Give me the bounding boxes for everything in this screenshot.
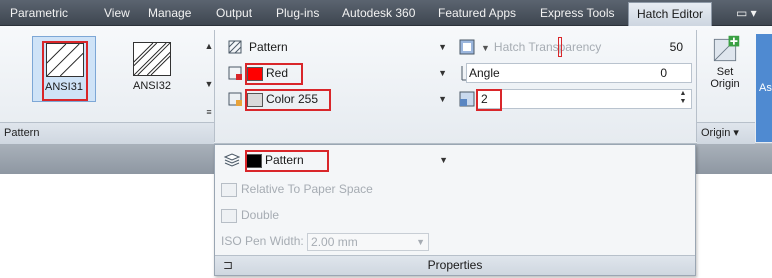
properties-panel-footer: ⊐ Properties xyxy=(215,255,695,275)
double-label: Double xyxy=(241,208,280,222)
background-color-dropdown[interactable]: Color 255 ▼ xyxy=(244,89,452,109)
properties-panel-title: Properties xyxy=(427,258,483,272)
associative-button-partial[interactable]: As xyxy=(756,34,772,142)
hatch-color-dropdown[interactable]: Red ▼ xyxy=(244,63,452,83)
iso-pen-width-label: ISO Pen Width: xyxy=(221,234,304,248)
transparency-icon xyxy=(458,38,476,56)
relative-to-paper-space-button[interactable]: Relative To Paper Space xyxy=(221,179,373,199)
transparency-field[interactable]: ▼ Hatch Transparency xyxy=(476,37,612,57)
color-swatch xyxy=(246,153,262,168)
set-origin-icon xyxy=(713,35,740,62)
pattern-tile-ansi31[interactable]: ANSI31 xyxy=(32,36,96,102)
transparency-value[interactable]: 50 xyxy=(612,37,692,57)
set-origin-button[interactable]: Set Origin xyxy=(700,34,750,104)
layer-dropdown[interactable]: Pattern ▼ xyxy=(243,150,453,170)
background-color-icon xyxy=(226,90,244,108)
hatch-color-value: Red xyxy=(266,66,289,80)
pattern-panel-title: Pattern xyxy=(0,122,214,144)
tab-featured-apps[interactable]: Featured Apps xyxy=(438,0,516,26)
transparency-label: Hatch Transparency xyxy=(493,40,602,54)
tab-autodesk-360[interactable]: Autodesk 360 xyxy=(342,0,415,26)
chevron-down-icon: ▼ xyxy=(438,42,447,52)
color-swatch xyxy=(247,66,263,81)
tab-plug-ins[interactable]: Plug-ins xyxy=(276,0,319,26)
chevron-down-icon: ▼ xyxy=(416,236,426,247)
spinner-icon[interactable]: ▲ ▼ xyxy=(677,90,689,108)
background-color-value: Color 255 xyxy=(266,92,319,106)
angle-field[interactable]: Angle 0 xyxy=(466,63,692,83)
angle-label: Angle xyxy=(469,66,500,80)
hatch-type-icon xyxy=(226,38,244,56)
layer-value: Pattern xyxy=(265,153,304,167)
ribbon-tab-bar: Parametric View Manage Output Plug-ins A… xyxy=(0,0,772,26)
iso-pen-width-dropdown[interactable]: 2.00 mm ▼ xyxy=(307,232,430,251)
relative-to-paper-space-label: Relative To Paper Space xyxy=(241,182,373,196)
pattern-preview-ansi32 xyxy=(133,42,171,76)
set-origin-label-1: Set xyxy=(716,66,734,78)
ribbon-overflow-button[interactable]: ▭ ▾ xyxy=(736,6,757,20)
hatch-color-icon xyxy=(226,64,244,82)
hatch-type-dropdown[interactable]: Pattern ▼ xyxy=(244,37,452,57)
pattern-tile-ansi32[interactable]: ANSI32 xyxy=(120,36,184,102)
origin-panel-title[interactable]: Origin ▾ xyxy=(697,122,755,144)
pattern-preview-ansi31 xyxy=(46,43,84,77)
color-swatch xyxy=(247,92,263,107)
tab-view[interactable]: View xyxy=(104,0,130,26)
properties-slideout-panel: Pattern ▼ Relative To Paper Space Double… xyxy=(214,144,696,276)
tab-express-tools[interactable]: Express Tools xyxy=(540,0,614,26)
double-button[interactable]: Double xyxy=(221,205,279,225)
panel-divider xyxy=(214,30,215,142)
tab-output[interactable]: Output xyxy=(216,0,252,26)
associative-label: As xyxy=(759,82,772,94)
scale-icon xyxy=(458,90,476,108)
angle-value: 0 xyxy=(660,66,667,80)
tab-parametric[interactable]: Parametric xyxy=(10,0,68,26)
scale-value: 2 xyxy=(481,92,488,106)
chevron-down-icon: ▼ xyxy=(439,155,448,165)
pattern-label: ANSI31 xyxy=(45,81,83,93)
chevron-down-icon: ▼ xyxy=(481,43,490,53)
tab-hatch-editor[interactable]: Hatch Editor xyxy=(628,2,713,26)
scale-field[interactable]: 2 ▲ ▼ xyxy=(476,89,692,109)
hatch-type-value: Pattern xyxy=(249,40,288,54)
set-origin-label-2: Origin xyxy=(710,78,740,90)
chevron-down-icon: ▼ xyxy=(438,68,447,78)
relative-to-paper-space-icon xyxy=(221,182,237,197)
layer-icon xyxy=(223,151,241,169)
tab-manage[interactable]: Manage xyxy=(148,0,191,26)
iso-pen-width-row: ISO Pen Width: 2.00 mm ▼ xyxy=(221,231,451,251)
chevron-down-icon: ▼ xyxy=(438,94,447,104)
double-icon xyxy=(221,208,237,223)
ribbon: ANSI31 ANSI32 ▲ ▼ ≡ Pattern Pattern ▼ Re… xyxy=(0,26,772,144)
iso-pen-width-value: 2.00 mm xyxy=(311,234,358,249)
pattern-label: ANSI32 xyxy=(133,80,171,92)
